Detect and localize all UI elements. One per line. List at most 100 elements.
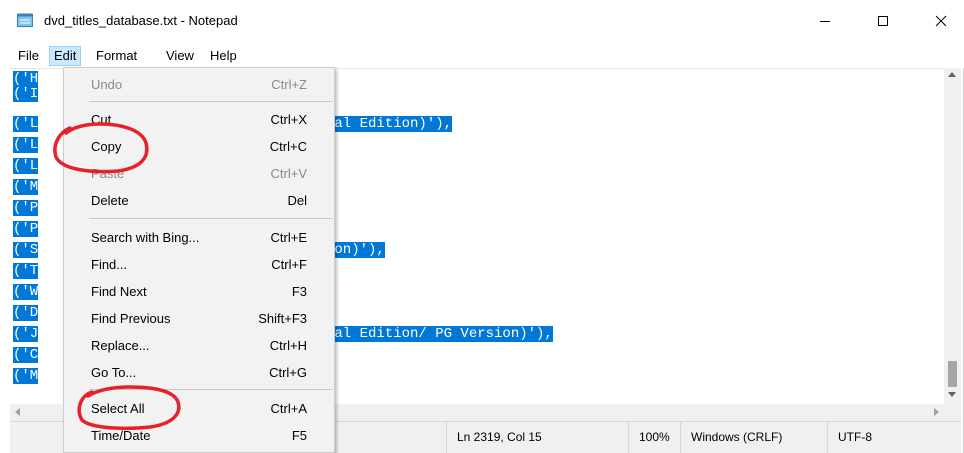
text-line: ('S [13,242,39,258]
menu-item-shortcut: Ctrl+C [269,139,307,154]
line-start: ('I [13,86,39,102]
menu-item-replace[interactable]: Replace... Ctrl+H [64,334,334,358]
menu-item-label: Paste [91,166,125,181]
text-line: ('D [13,305,39,321]
text-line: ('P [13,221,39,237]
menu-item-label: Search with Bing... [91,230,200,245]
scroll-right-icon[interactable] [934,408,939,416]
menu-item-shortcut: Ctrl+G [269,365,307,380]
menu-item-select-all[interactable]: Select All Ctrl+A [64,397,334,421]
menu-edit[interactable]: Edit [49,46,82,66]
line-start: ('J [13,326,39,342]
text-line-tail: ial Edition)'), [326,116,453,132]
line-start: ('H [13,71,39,87]
line-start: ('C [13,347,39,363]
line-tail: ial Edition)'), [326,116,453,132]
text-line: ('L [13,116,39,132]
menu-bar: File Edit Format View Help [0,42,964,68]
menu-item-label: Find... [91,257,128,272]
menu-item-shortcut: Ctrl+Z [271,77,307,92]
menu-item-label: Undo [91,77,123,92]
minimize-icon [820,21,830,22]
maximize-icon [878,16,888,26]
menu-item-label: Replace... [91,338,150,353]
notepad-icon [17,13,33,27]
text-line: ('I [13,86,39,102]
line-start: ('P [13,200,39,216]
text-line: ('P [13,200,39,216]
menu-file[interactable]: File [14,46,43,66]
line-start: ('W [13,284,39,300]
status-cursor-position: Ln 2319, Col 15 [446,422,628,453]
line-start: ('P [13,221,39,237]
window-title: dvd_titles_database.txt - Notepad [44,13,238,28]
edit-menu-dropdown: Undo Ctrl+Z Cut Ctrl+X Copy Ctrl+C Paste… [63,67,335,453]
vertical-scroll-thumb[interactable] [948,361,957,387]
menu-item-delete[interactable]: Delete Del [64,189,334,213]
line-start: ('M [13,179,39,195]
menu-item-shortcut: F3 [291,284,307,299]
menu-item-go-to[interactable]: Go To... Ctrl+G [64,361,334,385]
text-line: ('M [13,179,39,195]
menu-item-label: Select All [91,401,145,416]
text-line: ('L [13,137,39,153]
status-line-ending: Windows (CRLF) [680,422,827,453]
status-zoom: 100% [628,422,680,453]
text-line: ('C [13,347,39,363]
menu-item-find[interactable]: Find... Ctrl+F [64,253,334,277]
close-icon [935,15,947,27]
menu-item-label: Cut [91,112,112,127]
scroll-left-icon[interactable] [15,408,20,416]
menu-item-shortcut: Shift+F3 [258,311,307,326]
status-encoding: UTF-8 [827,422,961,453]
text-line: ('J [13,326,39,342]
minimize-button[interactable] [802,0,848,42]
text-line: ('W [13,284,39,300]
menu-item-label: Find Next [91,284,147,299]
line-start: ('L [13,158,39,174]
text-line: ('M [13,368,39,384]
menu-item-copy[interactable]: Copy Ctrl+C [64,135,334,159]
menu-item-paste[interactable]: Paste Ctrl+V [64,162,334,186]
menu-item-shortcut: Ctrl+H [269,338,307,353]
menu-separator [89,218,333,219]
text-line: ('T [13,263,39,279]
menu-format[interactable]: Format [92,46,141,66]
title-bar: dvd_titles_database.txt - Notepad [0,0,964,42]
notepad-window: dvd_titles_database.txt - Notepad File E… [0,0,964,453]
close-button[interactable] [918,0,964,42]
menu-item-shortcut: Ctrl+E [270,230,307,245]
scroll-up-icon[interactable] [948,72,956,77]
menu-item-search-with-bing[interactable]: Search with Bing... Ctrl+E [64,226,334,250]
menu-item-shortcut: Ctrl+A [270,401,307,416]
scroll-down-icon[interactable] [948,392,956,397]
vertical-scrollbar[interactable] [944,68,961,404]
menu-item-find-next[interactable]: Find Next F3 [64,280,334,304]
menu-item-undo[interactable]: Undo Ctrl+Z [64,73,334,97]
menu-item-shortcut: Del [287,193,307,208]
menu-help[interactable]: Help [206,46,241,66]
menu-view[interactable]: View [162,46,198,66]
menu-item-shortcut: F5 [291,428,307,443]
line-start: ('M [13,368,39,384]
menu-item-label: Delete [91,193,129,208]
menu-item-time-date[interactable]: Time/Date F5 [64,424,334,448]
menu-item-label: Go To... [91,365,137,380]
menu-item-find-previous[interactable]: Find Previous Shift+F3 [64,307,334,331]
text-line-tail: ial Edition/ PG Version)'), [326,326,553,342]
line-start: ('L [13,116,39,132]
line-tail: ial Edition/ PG Version)'), [326,326,553,342]
maximize-button[interactable] [860,0,906,42]
menu-item-cut[interactable]: Cut Ctrl+X [64,108,334,132]
menu-item-shortcut: Ctrl+X [270,112,307,127]
scrollbar-corner [944,404,961,421]
menu-item-shortcut: Ctrl+F [271,257,307,272]
line-start: ('T [13,263,39,279]
line-start: ('L [13,137,39,153]
menu-item-label: Copy [91,139,122,154]
menu-item-shortcut: Ctrl+V [270,166,307,181]
menu-item-label: Find Previous [91,311,171,326]
menu-separator [89,101,333,102]
text-line: ('L [13,158,39,174]
menu-separator [89,389,333,390]
